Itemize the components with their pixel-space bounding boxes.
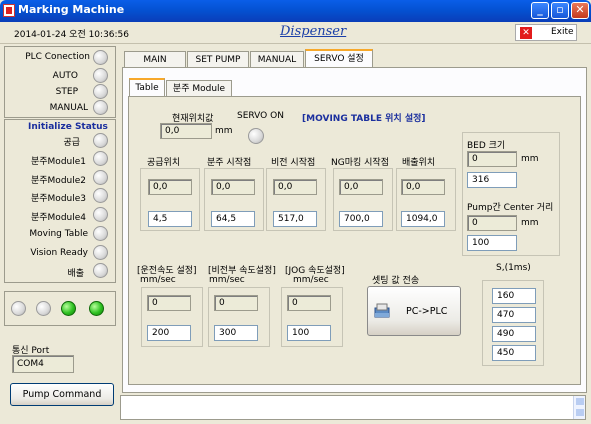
position-read-ng-mark-start: 0,0 [339, 179, 383, 195]
current-position-unit: mm [215, 126, 233, 136]
pc-to-plc-button[interactable]: PC->PLC [367, 286, 461, 336]
position-input-vision-start[interactable]: 517,0 [273, 211, 317, 227]
position-label-ng-mark-start: NG마킹 시작점 [331, 158, 389, 168]
tab-servo-settings[interactable]: SERVO 설정 [305, 49, 373, 68]
transfer-label: 셋팅 값 전송 [372, 276, 420, 286]
app-icon [3, 4, 15, 17]
status-vision-ready-led [93, 245, 108, 260]
indicator-led-1 [11, 301, 26, 316]
speed-read-vision: 0 [214, 295, 258, 311]
status-module1-led [93, 151, 108, 166]
speed-unit-jog: mm/sec [293, 275, 329, 285]
position-input-dispense-start[interactable]: 64,5 [211, 211, 255, 227]
bed-size-read: 0 [467, 151, 517, 167]
exit-button[interactable]: ✕ Exite [515, 24, 577, 41]
init-status-title: Initialize Status [28, 122, 108, 132]
status-module4-led [93, 207, 108, 222]
tab-set-pump[interactable]: SET PUMP [187, 51, 249, 68]
pc-to-plc-label: PC->PLC [406, 306, 448, 317]
speed-unit-vision: mm/sec [209, 275, 245, 285]
status-supply-led [93, 133, 108, 148]
status-discharge-led [93, 263, 108, 278]
position-input-ng-mark-start[interactable]: 700,0 [339, 211, 383, 227]
pump-center-unit: mm [521, 218, 539, 228]
servo-on-button[interactable] [248, 128, 264, 144]
manual-label: MANUAL [49, 103, 88, 113]
step-led [93, 84, 108, 99]
pump-center-input[interactable]: 100 [467, 235, 517, 251]
status-supply-label: 공급 [63, 138, 80, 148]
status-module3-led [93, 188, 108, 203]
speed-read-jog: 0 [287, 295, 331, 311]
port-field: COM4 [12, 355, 74, 373]
title-bar: Marking Machine _ ▫ ✕ [0, 0, 591, 22]
pump-center-label: Pump간 Center 거리 [467, 203, 554, 213]
window-title: Marking Machine [18, 3, 125, 16]
log-textbox[interactable] [120, 395, 586, 420]
servo-on-label: SERVO ON [237, 111, 284, 121]
position-read-vision-start: 0,0 [273, 179, 317, 195]
position-read-dispense-start: 0,0 [211, 179, 255, 195]
status-module4-label: 분주Module4 [30, 213, 86, 223]
position-label-vision-start: 비전 시작점 [271, 158, 316, 168]
pump-command-button[interactable]: Pump Command [10, 383, 114, 406]
scroll-up-icon [576, 398, 584, 405]
position-read-discharge: 0,0 [401, 179, 445, 195]
plc-connection-led [93, 50, 108, 65]
s-interval-input-3[interactable]: 490 [492, 326, 536, 342]
speed-input-vision[interactable]: 300 [214, 325, 258, 341]
position-input-supply[interactable]: 4,5 [148, 211, 192, 227]
speed-input-run[interactable]: 200 [147, 325, 191, 341]
status-module2-label: 분주Module2 [30, 176, 86, 186]
status-moving-table-label: Moving Table [29, 229, 88, 239]
speed-input-jog[interactable]: 100 [287, 325, 331, 341]
minimize-button[interactable]: _ [531, 2, 549, 19]
subtab-module[interactable]: 분주 Module [166, 80, 232, 97]
position-label-discharge: 배출위치 [402, 158, 436, 168]
position-label-dispense-start: 분주 시작점 [207, 158, 252, 168]
manual-led [93, 100, 108, 115]
maximize-button[interactable]: ▫ [551, 2, 569, 19]
speed-unit-run: mm/sec [140, 275, 176, 285]
status-moving-table-led [93, 226, 108, 241]
transfer-icon [374, 303, 390, 318]
s-interval-input-4[interactable]: 450 [492, 345, 536, 361]
status-module1-label: 분주Module1 [30, 157, 86, 167]
indicator-led-4 [89, 301, 104, 316]
log-scrollbar[interactable] [573, 396, 585, 419]
app-title: Dispenser [280, 24, 347, 39]
moving-table-title: [MOVING TABLE 위치 설정] [302, 114, 426, 124]
scroll-down-icon [576, 409, 584, 416]
status-vision-ready-label: Vision Ready [30, 248, 88, 258]
tab-main[interactable]: MAIN [124, 51, 186, 68]
plc-connection-label: PLC Conection [25, 52, 90, 62]
step-label: STEP [55, 87, 78, 97]
position-label-supply: 공급위치 [147, 158, 181, 168]
exit-icon: ✕ [520, 27, 532, 39]
current-position-field: 0,0 [160, 123, 212, 139]
position-input-discharge[interactable]: 1094,0 [401, 211, 445, 227]
status-module2-led [93, 170, 108, 185]
position-read-supply: 0,0 [148, 179, 192, 195]
s-interval-label: S,(1ms) [496, 263, 531, 273]
tab-manual[interactable]: MANUAL [250, 51, 304, 68]
indicator-led-3 [61, 301, 76, 316]
bed-size-input[interactable]: 316 [467, 172, 517, 188]
auto-led [93, 68, 108, 83]
bed-size-label: BED 크기 [467, 141, 506, 151]
status-discharge-label: 배출 [67, 269, 84, 279]
auto-label: AUTO [52, 71, 78, 81]
close-button[interactable]: ✕ [571, 2, 589, 19]
s-interval-input-1[interactable]: 160 [492, 288, 536, 304]
status-module3-label: 분주Module3 [30, 194, 86, 204]
pump-center-read: 0 [467, 215, 517, 231]
subtab-table[interactable]: Table [129, 78, 165, 97]
bed-size-unit: mm [521, 154, 539, 164]
s-interval-input-2[interactable]: 470 [492, 307, 536, 323]
indicator-led-2 [36, 301, 51, 316]
speed-read-run: 0 [147, 295, 191, 311]
datetime-label: 2014-01-24 오전 10:36:56 [14, 30, 130, 40]
exit-label: Exite [551, 27, 574, 37]
